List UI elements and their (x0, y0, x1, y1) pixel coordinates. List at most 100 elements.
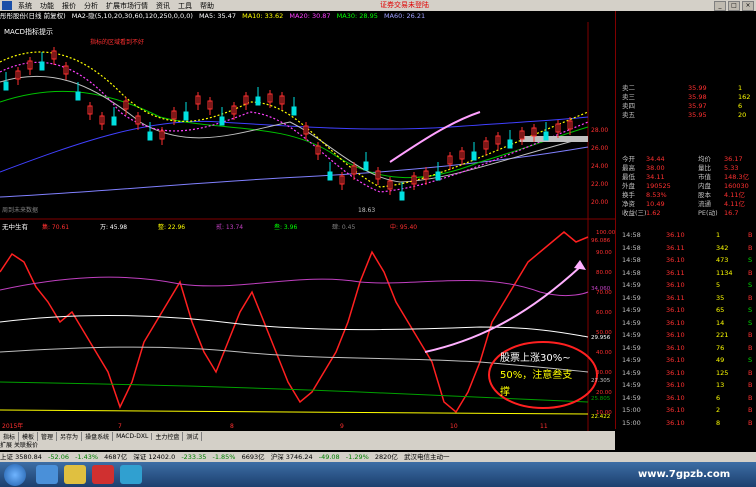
quote-row: 14:58 36.10 1 B (616, 231, 756, 240)
info-label: 均价 (698, 155, 711, 163)
news-ticker[interactable]: 武汉电信主动一 (404, 453, 450, 461)
sh-index[interactable]: 上证 3580.84 (0, 453, 42, 461)
tab-extension[interactable]: 扩展 (0, 442, 12, 449)
start-button-icon[interactable] (4, 464, 26, 486)
watermark: www.7gpzb.com (638, 469, 731, 480)
price-tick: 28.00 (591, 127, 608, 134)
info-label: 量比 (698, 164, 711, 172)
quote-panel: 卖二 35.99 1 卖三 35.98 162 卖四 35.97 6 卖五 35.95 20 今开 34.… (615, 11, 756, 429)
value-tick: 10.00 (596, 410, 612, 416)
tick-price: 36.10 (666, 318, 685, 327)
close-icon[interactable]: × (742, 1, 754, 11)
tab-2[interactable]: 管理 (38, 431, 58, 441)
ask-label: 卖三 (622, 93, 635, 101)
info-value: 160030 (724, 182, 749, 190)
quote-row: 外盘 190525 内盘 160030 (616, 182, 756, 191)
price-band-marker (520, 136, 588, 142)
tab-1[interactable]: 模板 (19, 431, 39, 441)
indicator-tabs: 指标 模板 管理 另存为 操盘系统 MACD-DXL 主力控盘 测试 (0, 431, 615, 441)
tab-4[interactable]: 操盘系统 (82, 431, 114, 441)
ask-label: 卖五 (622, 111, 635, 119)
ma5-value: MA5: 35.47 (198, 12, 237, 20)
info-value: 1.62 (646, 209, 661, 217)
annotation-text-line3: 撑 (500, 385, 510, 398)
menu-item-analysis[interactable]: 分析 (80, 1, 102, 11)
menu-item-tools[interactable]: 工具 (174, 1, 196, 11)
sz-index[interactable]: 深证 12402.0 (133, 453, 175, 461)
tick-volume: 1 (716, 231, 721, 239)
tick-volume: 5 (716, 281, 721, 289)
tab-3[interactable]: 另存为 (57, 431, 83, 441)
maximize-icon[interactable]: □ (728, 1, 740, 11)
value-tick: 40.00 (596, 350, 612, 356)
lower-indicator-fields: 集: 70.61 万: 45.98 整: 22.96 贰: 13.74 叁: 3.96 肆… (42, 223, 417, 231)
tick-time: 14:59 (622, 381, 641, 389)
tick-time: 14:58 (622, 231, 641, 239)
tick-price: 36.10 (666, 306, 685, 314)
x-tick: 7 (118, 423, 122, 430)
tab-7[interactable]: 测试 (183, 431, 203, 441)
menu-item-extended-market[interactable]: 扩展市场行情 (102, 1, 152, 11)
tick-direction: B (748, 293, 753, 302)
indicator-right-value: 96.086 (591, 238, 611, 244)
value-tick: 70.00 (596, 290, 612, 296)
arrow-head-icon (574, 260, 586, 270)
info-value: 190525 (646, 182, 671, 190)
tick-price: 36.10 (666, 393, 685, 402)
info-value: 4.11亿 (724, 191, 745, 199)
tick-volume: 49 (716, 356, 725, 364)
price-tick: 22.00 (591, 181, 608, 188)
upper-price-scale: 28.00 26.00 24.00 22.00 20.00 (591, 127, 608, 206)
folder-icon[interactable] (64, 465, 86, 484)
app-icon[interactable] (92, 465, 114, 484)
indicator-purple-line (0, 276, 589, 297)
tick-volume: 6 (716, 393, 721, 402)
minimize-icon[interactable]: _ (714, 1, 726, 11)
tick-price: 36.10 (666, 381, 685, 389)
info-label: 外盘 (622, 182, 635, 190)
menu-item-system[interactable]: 系统 (14, 1, 36, 11)
trade-login-status[interactable]: 证券交易未登陆 (380, 0, 429, 11)
tab-5[interactable]: MACD-DXL (113, 432, 153, 440)
no-data-label: 周到未来数据 (2, 206, 38, 214)
menu-item-news[interactable]: 资讯 (152, 1, 174, 11)
hs-index[interactable]: 沪深 3746.24 (271, 453, 313, 461)
lower-indicator-header: 无中生有 (2, 222, 29, 231)
menu-item-quote[interactable]: 报价 (58, 1, 80, 11)
browser-icon[interactable] (120, 465, 142, 484)
tick-volume: 76 (716, 343, 725, 352)
tick-volume: 8 (716, 418, 721, 427)
ask-price: 35.95 (688, 111, 707, 119)
info-value: 10.49 (646, 200, 665, 208)
tick-volume: 65 (716, 306, 725, 314)
tab-0[interactable]: 指标 (0, 431, 20, 441)
tab-related-quote[interactable]: 关联报价 (14, 442, 38, 449)
info-label: 市值 (698, 173, 711, 181)
indicator-right-value: 25.805 (591, 396, 611, 402)
info-label: 净资 (622, 200, 635, 208)
info-label: PE(动) (698, 209, 718, 217)
ask-volume: 1 (738, 84, 743, 92)
indicator-yellow-line (0, 409, 589, 415)
menu-item-function[interactable]: 功能 (36, 1, 58, 11)
ie-icon[interactable] (36, 465, 58, 484)
tick-volume: 13 (716, 381, 725, 389)
tick-direction: B (748, 418, 753, 427)
menu-item-help[interactable]: 帮助 (196, 1, 218, 11)
ask-volume: 6 (738, 102, 743, 110)
quote-row: 卖四 35.97 6 (616, 102, 756, 111)
price-tick: 24.00 (591, 163, 608, 170)
quote-row: 14:59 36.10 76 B (616, 344, 756, 353)
tab-6[interactable]: 主力控盘 (152, 431, 184, 441)
info-value: 8.53% (646, 191, 667, 199)
lower-value-scale: 100.00 90.00 80.00 70.00 60.00 50.00 40.00 30.0… (596, 230, 615, 416)
x-tick: 2015年 (2, 422, 23, 430)
indicator-field: 整: 22.96 (158, 223, 185, 231)
quote-row: 14:59 36.10 5 S (616, 281, 756, 290)
main-chart-area[interactable]: MACD指标提示 指标的区域看到不好 18.63 周到未来数据 无中生有 集: … (0, 22, 615, 432)
quote-row: 14:59 36.10 6 B (616, 394, 756, 403)
hs-amount: 2820亿 (374, 453, 398, 461)
indicator-field: 万: 45.98 (100, 224, 127, 231)
candlestick-series (3, 47, 573, 201)
tick-volume: 342 (716, 243, 729, 252)
